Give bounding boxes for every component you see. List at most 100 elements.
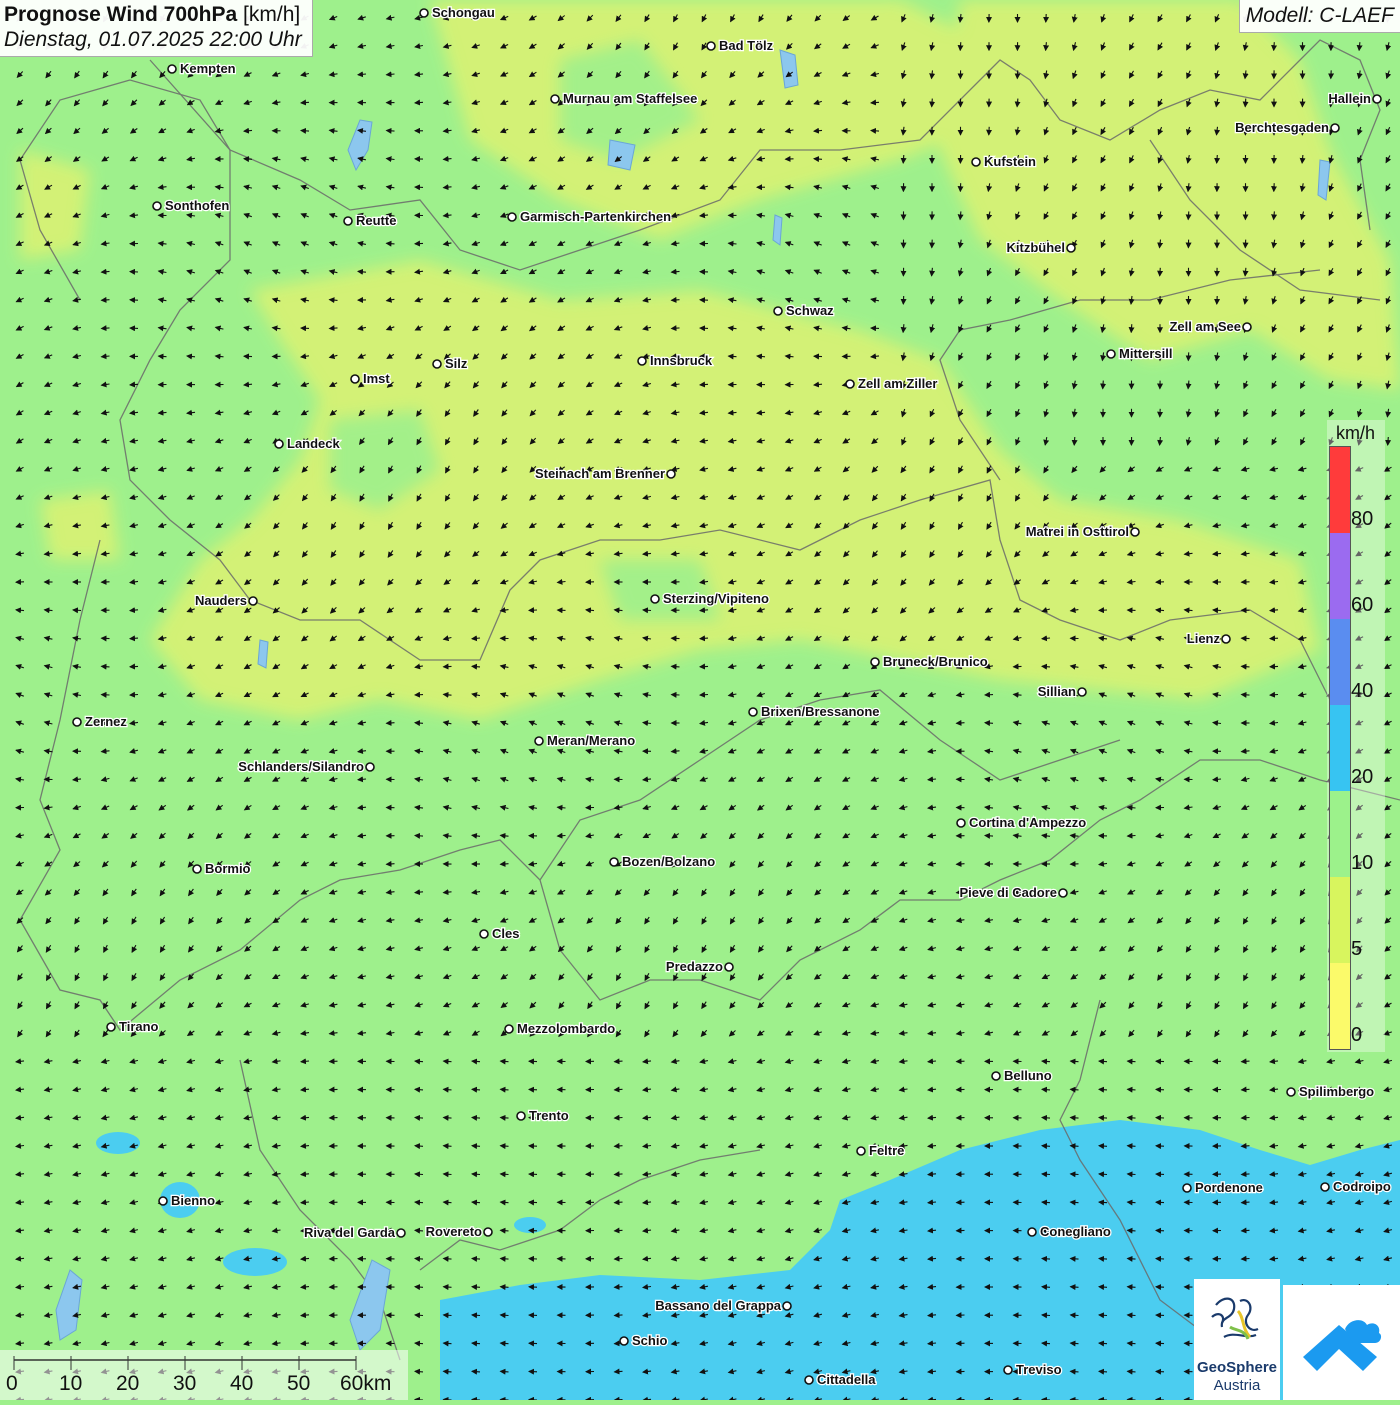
city-dot[interactable] <box>420 9 428 17</box>
city-marker[interactable]: Pordenone <box>1183 1180 1263 1195</box>
city-dot[interactable] <box>1067 244 1075 252</box>
scale-label-50: 50 <box>287 1372 310 1396</box>
city-dot[interactable] <box>505 1025 513 1033</box>
city-marker[interactable]: Spilimbergo <box>1287 1084 1374 1099</box>
city-dot[interactable] <box>620 1337 628 1345</box>
wind-arrow <box>444 1174 452 1175</box>
city-dot[interactable] <box>344 217 352 225</box>
city-dot[interactable] <box>774 307 782 315</box>
wind-arrow <box>615 1259 623 1260</box>
city-marker[interactable]: Predazzo <box>666 959 733 974</box>
city-dot[interactable] <box>749 708 757 716</box>
wind-arrow <box>472 1089 480 1090</box>
city-label: Schwaz <box>786 303 834 318</box>
city-dot[interactable] <box>1107 350 1115 358</box>
city-marker[interactable]: Sonthofen <box>153 198 229 213</box>
city-dot[interactable] <box>1321 1183 1329 1191</box>
city-dot[interactable] <box>351 375 359 383</box>
city-dot[interactable] <box>610 858 618 866</box>
geosphere-logo[interactable]: GeoSphere Austria <box>1194 1279 1280 1400</box>
city-dot[interactable] <box>1243 323 1251 331</box>
wind-arrow <box>871 131 879 132</box>
wind-arrow <box>1103 381 1104 389</box>
city-dot[interactable] <box>783 1302 791 1310</box>
wind-arrow <box>1188 211 1189 219</box>
city-marker[interactable]: Meran/Merano <box>535 733 635 748</box>
city-dot[interactable] <box>1331 124 1339 132</box>
wind-arrow <box>415 102 423 103</box>
city-dot[interactable] <box>638 357 646 365</box>
city-dot[interactable] <box>366 763 374 771</box>
city-dot[interactable] <box>667 470 675 478</box>
wind-arrow <box>1042 1089 1050 1090</box>
city-dot[interactable] <box>957 819 965 827</box>
city-dot[interactable] <box>159 1197 167 1205</box>
city-dot[interactable] <box>871 658 879 666</box>
city-marker[interactable]: Pieve di Cadore <box>959 885 1067 900</box>
city-dot[interactable] <box>168 65 176 73</box>
city-dot[interactable] <box>846 380 854 388</box>
city-marker[interactable]: Bruneck/Brunico <box>871 654 988 669</box>
city-marker[interactable]: Garmisch-Partenkirchen <box>508 209 671 224</box>
city-dot[interactable] <box>1059 889 1067 897</box>
city-dot[interactable] <box>707 42 715 50</box>
city-dot[interactable] <box>1004 1366 1012 1374</box>
city-marker[interactable]: Berchtesgaden <box>1235 120 1339 135</box>
city-marker[interactable]: Riva del Garda <box>304 1225 405 1240</box>
city-dot[interactable] <box>484 1228 492 1236</box>
city-dot[interactable] <box>1287 1088 1295 1096</box>
city-dot[interactable] <box>107 1023 115 1031</box>
city-dot[interactable] <box>433 360 441 368</box>
city-marker[interactable]: Brixen/Bressanone <box>749 704 880 719</box>
city-dot[interactable] <box>1078 688 1086 696</box>
city-dot[interactable] <box>193 865 201 873</box>
city-dot[interactable] <box>725 963 733 971</box>
city-marker[interactable]: Sterzing/Vipiteno <box>651 591 769 606</box>
legend-segment <box>1330 619 1350 705</box>
city-marker[interactable]: Schongau <box>420 5 495 20</box>
city-dot[interactable] <box>1183 1184 1191 1192</box>
city-marker[interactable]: Mezzolombardo <box>505 1021 615 1036</box>
city-dot[interactable] <box>1222 635 1230 643</box>
city-marker[interactable]: Zell am See <box>1169 319 1251 334</box>
city-marker[interactable]: Schlanders/Silandro <box>238 759 374 774</box>
city-dot[interactable] <box>1028 1228 1036 1236</box>
wind-arrow <box>1128 1118 1136 1119</box>
city-dot[interactable] <box>480 930 488 938</box>
legend-unit: km/h <box>1336 423 1375 444</box>
city-dot[interactable] <box>249 597 257 605</box>
wind-arrow <box>1270 695 1278 696</box>
city-dot[interactable] <box>857 1147 865 1155</box>
city-dot[interactable] <box>275 440 283 448</box>
city-marker[interactable]: Kitzbühel <box>1007 240 1076 255</box>
city-dot[interactable] <box>1131 528 1139 536</box>
city-label: Cles <box>492 926 519 941</box>
city-dot[interactable] <box>535 737 543 745</box>
city-dot[interactable] <box>153 202 161 210</box>
city-marker[interactable]: Matrei in Osttirol <box>1026 524 1139 539</box>
city-dot[interactable] <box>551 95 559 103</box>
city-marker[interactable]: Steinach am Brenner <box>535 466 675 481</box>
city-label: Bruneck/Brunico <box>883 654 988 669</box>
wind-map[interactable]: SchongauBad TölzKemptenMurnau am Staffel… <box>0 0 1400 1400</box>
city-dot[interactable] <box>73 718 81 726</box>
city-dot[interactable] <box>972 158 980 166</box>
city-marker[interactable]: Zell am Ziller <box>846 376 937 391</box>
city-dot[interactable] <box>517 1112 525 1120</box>
wind-arrow <box>729 356 737 357</box>
city-marker[interactable]: Cortina d'Ampezzo <box>957 815 1086 830</box>
city-marker[interactable]: Bozen/Bolzano <box>610 854 715 869</box>
city-dot[interactable] <box>397 1229 405 1237</box>
app-logo[interactable] <box>1283 1285 1400 1400</box>
city-dot[interactable] <box>805 1376 813 1384</box>
wind-arrow <box>501 1174 509 1175</box>
city-marker[interactable]: Conegliano <box>1028 1224 1111 1239</box>
city-label: Schlanders/Silandro <box>238 759 364 774</box>
city-marker[interactable]: Murnau am Staffelsee <box>551 91 697 106</box>
city-dot[interactable] <box>992 1072 1000 1080</box>
city-dot[interactable] <box>508 213 516 221</box>
city-marker[interactable]: Innsbruck <box>638 353 713 368</box>
city-marker[interactable]: Bassano del Grappa <box>655 1298 791 1313</box>
city-dot[interactable] <box>651 595 659 603</box>
city-dot[interactable] <box>1373 95 1381 103</box>
